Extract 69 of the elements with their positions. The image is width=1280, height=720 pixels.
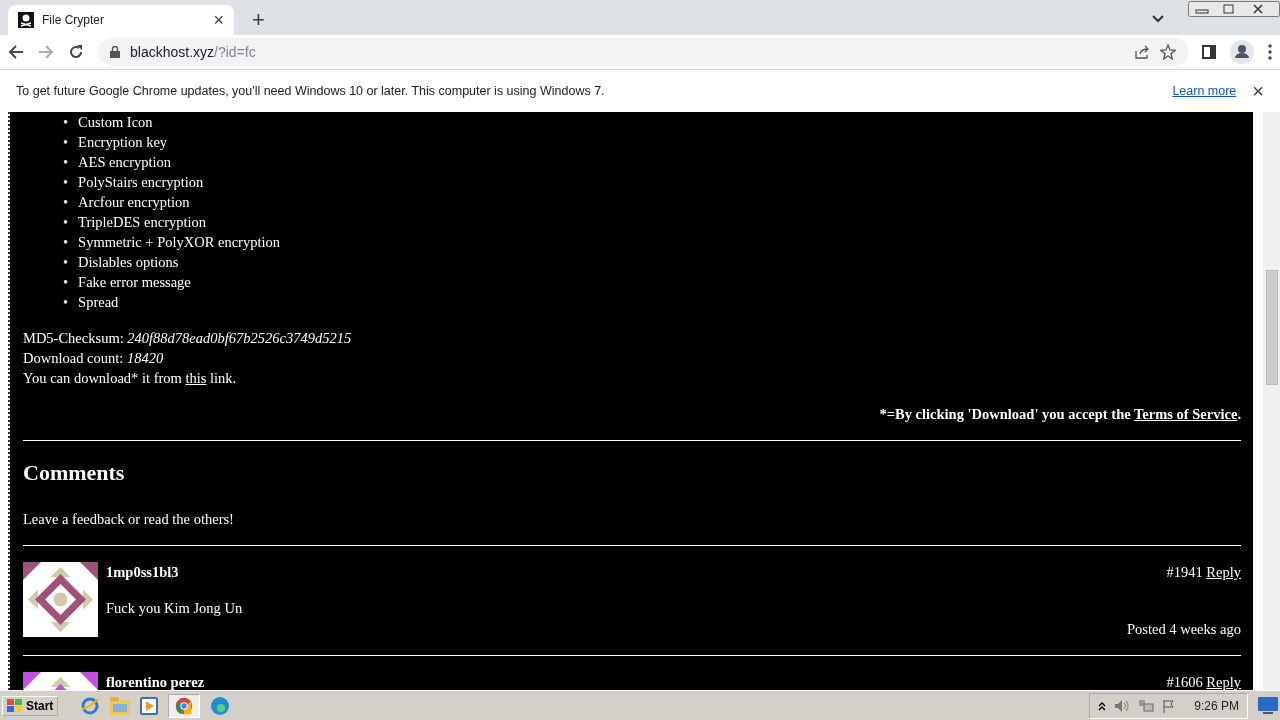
posted-time: Posted 4 weeks ago <box>1126 620 1241 639</box>
address-bar[interactable]: blackhost.xyz/?id=fc <box>98 38 1188 66</box>
lock-icon <box>110 46 120 58</box>
download-link[interactable]: this <box>185 370 207 386</box>
chevron-icon[interactable] <box>1152 15 1164 23</box>
clock: 9:26 PM <box>1194 697 1239 715</box>
feature-item: TripleDES encryption <box>78 213 207 232</box>
reload-icon[interactable] <box>68 44 84 60</box>
terms-link[interactable]: Terms of Service <box>1134 406 1238 422</box>
feature-item: Encryption key <box>78 133 168 152</box>
network-icon[interactable] <box>1138 698 1155 713</box>
flag-icon[interactable] <box>1162 698 1177 713</box>
globe-icon[interactable] <box>80 695 101 716</box>
feature-item: Symmetric + PolyXOR encryption <box>78 233 280 252</box>
skull-icon <box>18 12 34 28</box>
media-player-icon[interactable] <box>140 696 159 715</box>
bullet: • <box>63 113 69 132</box>
url-path: /?id=fc <box>214 43 256 60</box>
checksum-label: MD5-Checksum: <box>23 330 124 346</box>
feature-item: Dislables options <box>78 253 179 272</box>
new-tab-button[interactable]: + <box>252 9 265 31</box>
windows-logo-icon <box>7 698 23 713</box>
feature-item: PolyStairs encryption <box>78 173 204 192</box>
bullet: • <box>63 173 69 192</box>
back-icon[interactable] <box>8 44 24 60</box>
reply-link[interactable]: Reply <box>1206 674 1241 690</box>
chrome-icon[interactable] <box>168 693 201 718</box>
bullet: • <box>63 253 69 272</box>
bullet: • <box>63 213 69 232</box>
comment-author: florentino perez <box>106 673 205 690</box>
close-tab-button[interactable]: × <box>213 11 224 29</box>
feature-item: Arcfour encryption <box>78 193 190 212</box>
comment-number: #1941 <box>1166 564 1203 580</box>
side-panel-icon[interactable] <box>1202 45 1216 59</box>
bullet: • <box>63 233 69 252</box>
comment-text: Fuck you Kim Jong Un <box>106 599 244 618</box>
comment-number: #1606 <box>1166 674 1203 690</box>
comment-author: 1mp0ss1bl3 <box>106 563 179 582</box>
infobar-message: To get future Google Chrome updates, you'll need Windows 10 or later. This computer is using Windows 7. <box>16 82 605 100</box>
bullet: • <box>63 133 69 152</box>
download-sentence: You can download* it from this link. <box>23 369 238 388</box>
checksum-value: 240f88d78ead0bf67b2526c3749d5215 <box>127 330 352 346</box>
learn-more-link[interactable]: Learn more <box>1172 81 1237 101</box>
feature-item: AES encryption <box>78 153 172 172</box>
comments-intro: Leave a feedback or read the others! <box>23 510 235 529</box>
close-infobar-button[interactable]: × <box>1252 81 1264 101</box>
bullet: • <box>63 153 69 172</box>
reply-link[interactable]: Reply <box>1206 564 1241 580</box>
bullet: • <box>63 193 69 212</box>
speaker-icon[interactable] <box>1114 698 1131 713</box>
star-icon[interactable] <box>1160 44 1176 60</box>
tab-title[interactable]: File Crypter <box>42 11 206 29</box>
download-count-value: 18420 <box>126 350 164 366</box>
feature-item: Spread <box>78 293 119 312</box>
download-count-label: Download count: <box>23 350 124 366</box>
bullet: • <box>63 293 69 312</box>
bullet: • <box>63 273 69 292</box>
terms-notice: *=By clicking 'Download' you accept the Terms of Service. <box>878 405 1241 424</box>
start-button[interactable]: Start <box>2 695 59 716</box>
menu-icon[interactable] <box>1268 44 1272 60</box>
feature-item: Custom Icon <box>78 113 153 132</box>
chevron-up-icon[interactable] <box>1098 700 1107 711</box>
show-desktop-icon[interactable] <box>1258 696 1278 715</box>
comments-heading: Comments <box>23 459 126 485</box>
window-controls-icon[interactable] <box>1188 1 1280 17</box>
url-host: blackhost.xyz <box>130 43 215 60</box>
feature-item: Fake error message <box>78 273 191 292</box>
share-icon[interactable] <box>1134 44 1150 60</box>
profile-icon[interactable] <box>1230 40 1254 64</box>
